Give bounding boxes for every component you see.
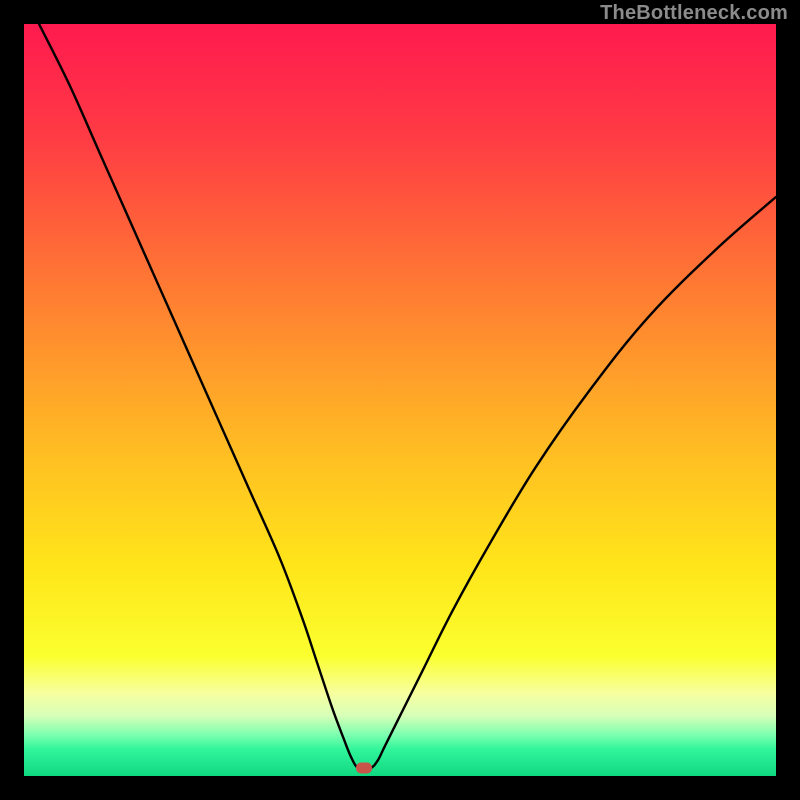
outer-frame: TheBottleneck.com [0,0,800,800]
watermark-text: TheBottleneck.com [600,2,788,25]
plot-area [24,24,776,776]
optimal-point-marker [356,763,372,774]
bottleneck-curve [24,24,776,776]
